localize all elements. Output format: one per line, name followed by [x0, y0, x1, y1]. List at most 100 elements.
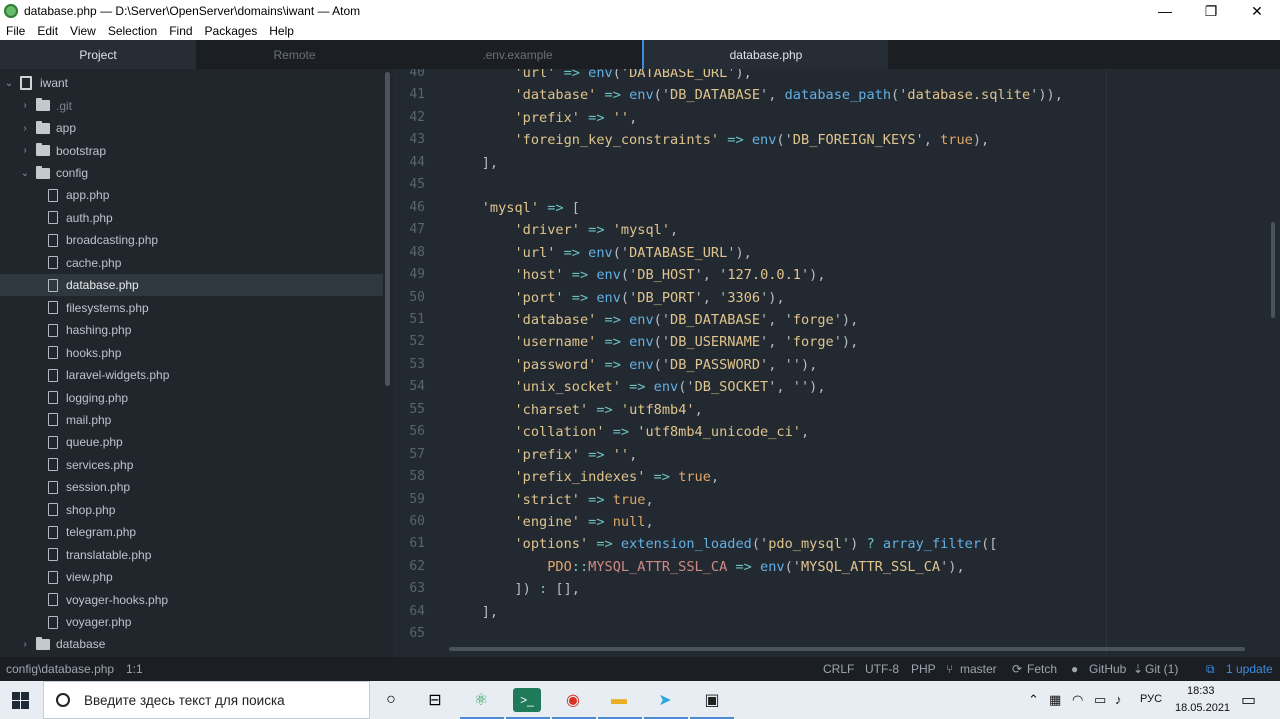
code-line[interactable]: 'prefix_indexes' => true,: [449, 466, 719, 488]
tree-file-item[interactable]: broadcasting.php: [0, 229, 383, 251]
code-line[interactable]: 'database' => env('DB_DATABASE', databas…: [449, 84, 1062, 106]
tree-folder-item[interactable]: › .git: [0, 94, 383, 116]
close-button[interactable]: ✕: [1234, 0, 1280, 22]
tray-app-icon[interactable]: ▦: [1049, 692, 1061, 708]
horizontal-scrollbar[interactable]: [449, 647, 1245, 651]
tray-language[interactable]: РУС: [1140, 693, 1162, 705]
status-cursor-position[interactable]: 1:1: [126, 662, 143, 676]
tree-file-item[interactable]: voyager-hooks.php: [0, 588, 383, 610]
status-file-path[interactable]: config\database.php: [6, 662, 114, 676]
chevron-down-icon[interactable]: ⌄: [4, 78, 14, 89]
notifications-icon[interactable]: ▭: [1241, 690, 1256, 710]
menu-file[interactable]: File: [6, 24, 25, 38]
tree-folder-item[interactable]: › bootstrap: [0, 139, 383, 161]
menu-packages[interactable]: Packages: [205, 24, 258, 38]
code-line[interactable]: 'prefix' => '',: [449, 107, 637, 129]
status-updates[interactable]: 1 update: [1226, 662, 1273, 676]
tray-chevron-icon[interactable]: ⌃: [1028, 692, 1039, 708]
code-line[interactable]: 'options' => extension_loaded('pdo_mysql…: [449, 533, 997, 555]
code-line[interactable]: 'charset' => 'utf8mb4',: [449, 399, 702, 421]
code-line[interactable]: 'driver' => 'mysql',: [449, 219, 678, 241]
code-line[interactable]: ]) : [],: [449, 578, 580, 600]
code-line[interactable]: 'port' => env('DB_PORT', '3306'),: [449, 287, 784, 309]
code-line[interactable]: 'url' => env('DATABASE_URL'),: [449, 69, 751, 84]
maximize-button[interactable]: ❐: [1188, 0, 1234, 22]
battery-icon[interactable]: ▭: [1094, 692, 1106, 708]
code-line[interactable]: 'collation' => 'utf8mb4_unicode_ci',: [449, 421, 809, 443]
code-line[interactable]: ],: [449, 152, 498, 174]
terminal-icon[interactable]: >_: [513, 688, 541, 712]
code-line[interactable]: PDO::MYSQL_ATTR_SSL_CA => env('MYSQL_ATT…: [449, 556, 964, 578]
chrome-icon[interactable]: ◉: [558, 685, 588, 715]
code-line[interactable]: 'database' => env('DB_DATABASE', 'forge'…: [449, 309, 858, 331]
atom-taskbar-icon[interactable]: ⚛: [466, 685, 496, 715]
tree-file-item[interactable]: auth.php: [0, 207, 383, 229]
minimize-button[interactable]: —: [1142, 0, 1188, 22]
tree-file-item[interactable]: mail.php: [0, 409, 383, 431]
tree-file-item[interactable]: telegram.php: [0, 521, 383, 543]
code-line[interactable]: 'unix_socket' => env('DB_SOCKET', ''),: [449, 376, 825, 398]
menu-edit[interactable]: Edit: [37, 24, 58, 38]
tree-folder-item[interactable]: › database: [0, 633, 383, 655]
tree-folder-item[interactable]: › app: [0, 117, 383, 139]
status-branch[interactable]: master: [960, 662, 997, 676]
tray-date[interactable]: 18.05.2021: [1175, 702, 1230, 714]
chevron-right-icon[interactable]: ›: [20, 145, 30, 156]
status-git[interactable]: Git (1): [1145, 662, 1178, 676]
file-explorer-icon[interactable]: ▬: [604, 685, 634, 715]
tree-file-item[interactable]: shop.php: [0, 499, 383, 521]
menu-find[interactable]: Find: [169, 24, 192, 38]
code-editor[interactable]: 40 41 42 43 44 45 46 47 48 49 50 51 52 53 54 55 56 57 58 59…: [393, 69, 1280, 657]
tree-file-item[interactable]: logging.php: [0, 386, 383, 408]
status-fetch[interactable]: Fetch: [1027, 662, 1057, 676]
menu-help[interactable]: Help: [269, 24, 294, 38]
tab-env-example[interactable]: .env.example: [393, 40, 642, 69]
tree-scrollbar[interactable]: [385, 72, 390, 386]
taskbar-search[interactable]: Введите здесь текст для поиска: [43, 681, 370, 719]
tab-project[interactable]: Project: [0, 40, 196, 69]
tree-file-item[interactable]: database.php: [0, 274, 383, 297]
tree-file-item[interactable]: hashing.php: [0, 319, 383, 341]
code-line[interactable]: 'foreign_key_constraints' => env('DB_FOR…: [449, 129, 989, 151]
tab-remote[interactable]: Remote: [196, 40, 393, 69]
tree-file-item[interactable]: cache.php: [0, 252, 383, 274]
code-line[interactable]: 'host' => env('DB_HOST', '127.0.0.1'),: [449, 264, 825, 286]
tab-database-php[interactable]: database.php: [642, 40, 888, 69]
chevron-right-icon[interactable]: ›: [20, 123, 30, 134]
code-line[interactable]: 'username' => env('DB_USERNAME', 'forge'…: [449, 331, 858, 353]
tree-file-item[interactable]: laravel-widgets.php: [0, 364, 383, 386]
code-line[interactable]: 'mysql' => [: [449, 197, 580, 219]
code-line[interactable]: 'prefix' => '',: [449, 444, 637, 466]
wifi-icon[interactable]: ◠: [1072, 692, 1083, 708]
tree-file-item[interactable]: view.php: [0, 566, 383, 588]
chevron-right-icon[interactable]: ›: [20, 100, 30, 111]
tree-folder-item[interactable]: ⌄ iwant: [0, 72, 383, 94]
volume-icon[interactable]: ♪: [1115, 692, 1122, 707]
status-encoding[interactable]: UTF-8: [865, 662, 899, 676]
status-line-ending[interactable]: CRLF: [823, 662, 854, 676]
telegram-icon[interactable]: ➤: [650, 685, 680, 715]
menu-selection[interactable]: Selection: [108, 24, 157, 38]
task-view-icon[interactable]: ⊟: [420, 685, 450, 715]
code-line[interactable]: ],: [449, 601, 498, 623]
tree-file-item[interactable]: filesystems.php: [0, 297, 383, 319]
code-line[interactable]: 'password' => env('DB_PASSWORD', ''),: [449, 354, 817, 376]
tree-file-item[interactable]: services.php: [0, 454, 383, 476]
tree-folder-item[interactable]: ⌄ config: [0, 162, 383, 184]
start-button[interactable]: [12, 692, 29, 709]
code-line[interactable]: 'url' => env('DATABASE_URL'),: [449, 242, 751, 264]
menu-view[interactable]: View: [70, 24, 96, 38]
tree-file-item[interactable]: translatable.php: [0, 543, 383, 565]
tree-file-item[interactable]: session.php: [0, 476, 383, 498]
chevron-down-icon[interactable]: ⌄: [20, 168, 30, 179]
chevron-right-icon[interactable]: ›: [20, 639, 30, 650]
status-grammar[interactable]: PHP: [911, 662, 936, 676]
cortana-icon[interactable]: ○: [376, 685, 406, 715]
tray-time[interactable]: 18:33: [1187, 685, 1215, 697]
tree-file-item[interactable]: voyager.php: [0, 611, 383, 633]
tree-file-item[interactable]: queue.php: [0, 431, 383, 453]
vertical-scrollbar[interactable]: [1271, 222, 1275, 318]
tree-file-item[interactable]: app.php: [0, 184, 383, 206]
code-line[interactable]: 'strict' => true,: [449, 489, 653, 511]
status-github[interactable]: GitHub: [1089, 662, 1126, 676]
